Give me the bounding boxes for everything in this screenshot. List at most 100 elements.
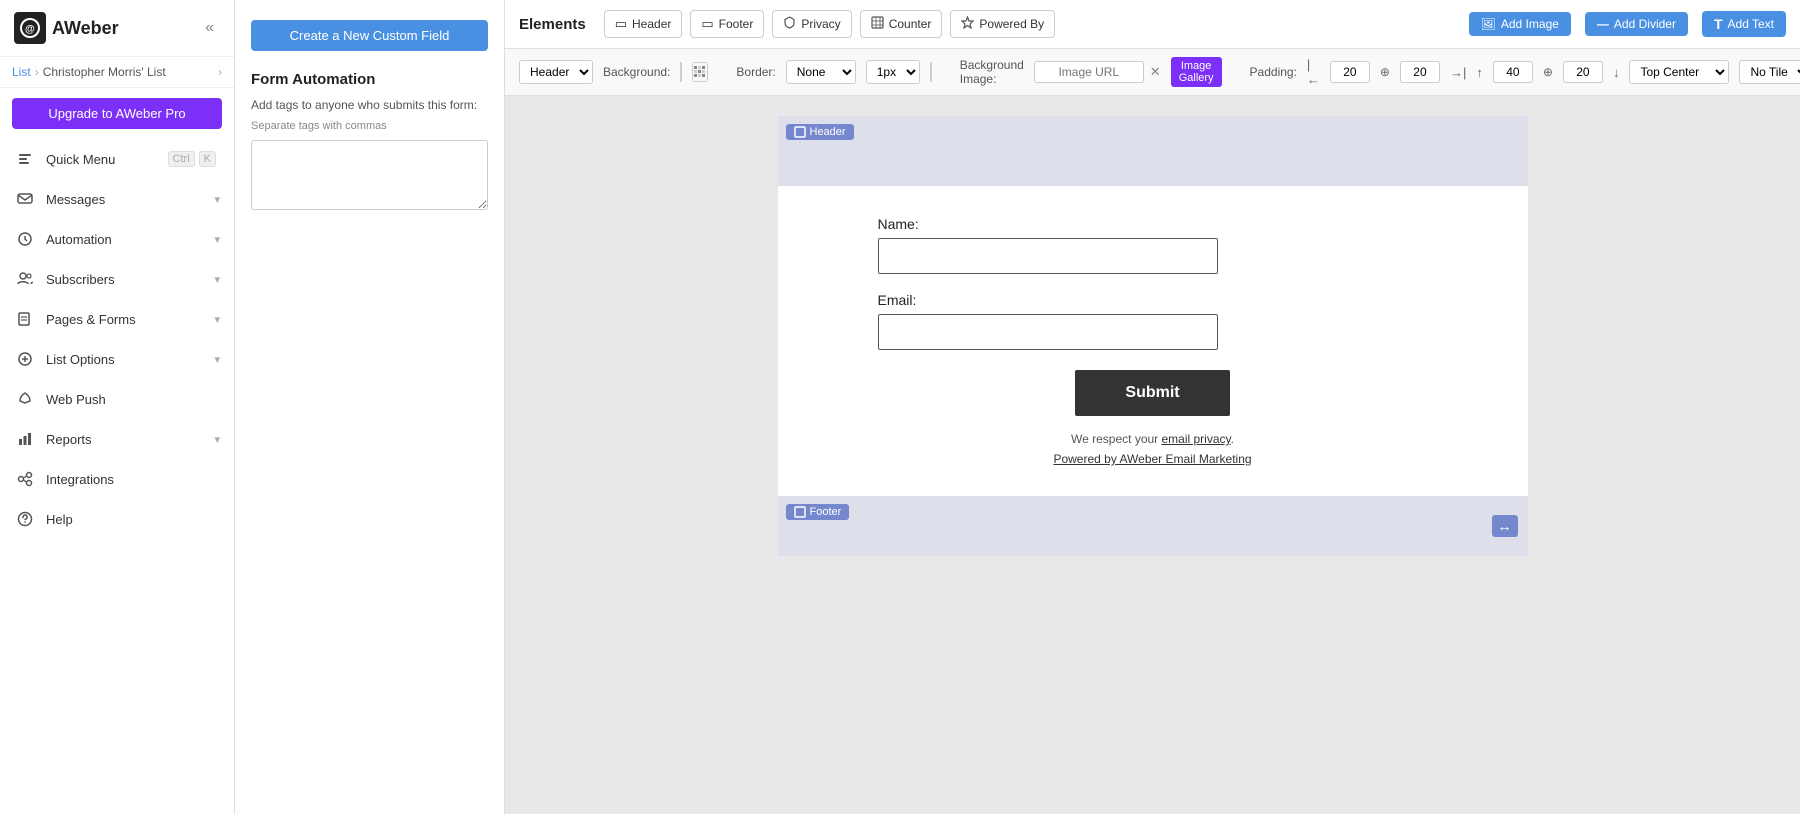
counter-elem-icon [871, 16, 884, 32]
bg-image-label: Background Image: [960, 58, 1024, 86]
add-divider-button[interactable]: — Add Divider [1585, 12, 1688, 36]
sidebar-item-integrations[interactable]: Integrations [0, 459, 234, 499]
quick-menu-icon [14, 148, 36, 170]
list-options-icon [14, 348, 36, 370]
header-label-text: Header [810, 126, 846, 138]
elem-btn-privacy[interactable]: Privacy [772, 10, 851, 38]
elem-btn-powered-by[interactable]: Powered By [950, 10, 1055, 38]
elem-btn-counter[interactable]: Counter [860, 10, 943, 38]
breadcrumb-list-name: Christopher Morris' List [43, 65, 166, 79]
pad-left-icon: |← [1307, 57, 1320, 87]
left-panel: Create a New Custom Field Form Automatio… [235, 0, 505, 814]
sidebar-item-quick-menu[interactable]: Quick Menu Ctrl K [0, 139, 234, 179]
bg-label: Background: [603, 65, 670, 79]
resize-handle[interactable]: ↔ [1492, 515, 1518, 537]
border-color-swatch[interactable] [930, 62, 932, 82]
tags-textarea[interactable] [251, 140, 488, 210]
automation-icon [14, 228, 36, 250]
tile-select[interactable]: No Tile Tile Tile X Tile Y [1739, 60, 1800, 84]
add-image-label: Add Image [1501, 17, 1559, 31]
sidebar-item-reports[interactable]: Reports ▾ [0, 419, 234, 459]
section-select[interactable]: Header Footer [519, 60, 593, 84]
name-input[interactable] [878, 238, 1218, 274]
footer-section[interactable]: Footer ↔ [778, 496, 1528, 556]
email-field-group: Email: [878, 292, 1428, 350]
bg-color-swatch[interactable] [680, 62, 682, 82]
breadcrumb-list-label[interactable]: List [12, 65, 31, 79]
pad-right-arrow-icon: →| [1450, 65, 1466, 80]
pad-bottom-input[interactable] [1563, 61, 1603, 83]
sidebar-item-label-subscribers: Subscribers [46, 272, 214, 287]
sidebar-item-subscribers[interactable]: Subscribers ▾ [0, 259, 234, 299]
sidebar-item-label-pages-forms: Pages & Forms [46, 312, 214, 327]
sidebar-item-messages[interactable]: Messages ▾ [0, 179, 234, 219]
bg-image-clear-icon[interactable]: ✕ [1150, 64, 1161, 80]
email-label: Email: [878, 292, 1428, 308]
logo-text: AWeber [52, 18, 119, 39]
elem-btn-privacy-label: Privacy [801, 17, 840, 31]
sidebar: @ AWeber « List › Christopher Morris' Li… [0, 0, 235, 814]
logo: @ AWeber [14, 12, 119, 44]
sidebar-item-pages-forms[interactable]: Pages & Forms ▾ [0, 299, 234, 339]
automation-chevron-icon: ▾ [214, 233, 220, 246]
right-panel: Elements ▭ Header ▭ Footer Privacy Count… [505, 0, 1800, 814]
help-icon [14, 508, 36, 530]
add-text-label: Add Text [1728, 17, 1774, 31]
padding-label: Padding: [1250, 65, 1297, 79]
messages-icon [14, 188, 36, 210]
subscribers-icon [14, 268, 36, 290]
sidebar-item-list-options[interactable]: List Options ▾ [0, 339, 234, 379]
nav-list: Quick Menu Ctrl K Messages ▾ Automation … [0, 139, 234, 539]
breadcrumb-sep: › [35, 65, 39, 79]
header-block-label: Header [786, 124, 854, 140]
integrations-icon [14, 468, 36, 490]
header-section[interactable]: Header [778, 116, 1528, 186]
pages-forms-icon [14, 308, 36, 330]
add-text-button[interactable]: T Add Text [1702, 11, 1786, 37]
elem-btn-footer[interactable]: ▭ Footer [690, 10, 764, 38]
main-area: Create a New Custom Field Form Automatio… [235, 0, 1800, 814]
name-label: Name: [878, 216, 1428, 232]
add-image-button[interactable]: 🖼 Add Image [1469, 12, 1571, 36]
email-input[interactable] [878, 314, 1218, 350]
sidebar-item-label-quick-menu: Quick Menu [46, 152, 168, 167]
pages-forms-chevron-icon: ▾ [214, 313, 220, 326]
sidebar-item-label-reports: Reports [46, 432, 214, 447]
messages-chevron-icon: ▾ [214, 193, 220, 206]
add-divider-icon: — [1597, 17, 1609, 31]
privacy-link[interactable]: email privacy [1162, 432, 1231, 446]
pad-top-icon: ↑ [1476, 65, 1483, 80]
sidebar-item-help[interactable]: Help [0, 499, 234, 539]
image-gallery-button[interactable]: Image Gallery [1171, 57, 1222, 87]
sidebar-item-label-help: Help [46, 512, 220, 527]
sidebar-item-label-messages: Messages [46, 192, 214, 207]
powered-link[interactable]: Powered by AWeber Email Marketing [1053, 452, 1251, 466]
upgrade-btn[interactable]: Upgrade to AWeber Pro [12, 98, 222, 129]
footer-label-text: Footer [810, 506, 842, 518]
submit-button[interactable]: Submit [1075, 370, 1229, 416]
pad-left-input[interactable] [1330, 61, 1370, 83]
elements-bar: Elements ▭ Header ▭ Footer Privacy Count… [505, 0, 1800, 49]
pad-middle-icon: ⊕ [1380, 65, 1390, 79]
powered-by-elem-icon [961, 16, 974, 32]
privacy-text: We respect your email privacy. [878, 432, 1428, 446]
sidebar-item-automation[interactable]: Automation ▾ [0, 219, 234, 259]
bg-image-input[interactable] [1034, 61, 1144, 83]
elements-title: Elements [519, 16, 586, 33]
submit-row: Submit [878, 370, 1428, 416]
collapse-btn[interactable]: « [199, 17, 220, 39]
form-preview: Header Name: Email: Submit [778, 116, 1528, 556]
create-custom-field-button[interactable]: Create a New Custom Field [251, 20, 488, 51]
elem-btn-header[interactable]: ▭ Header [604, 10, 683, 38]
sidebar-item-web-push[interactable]: Web Push [0, 379, 234, 419]
pad-right-input[interactable] [1400, 61, 1440, 83]
privacy-elem-icon [783, 16, 796, 32]
name-field-group: Name: [878, 216, 1428, 274]
pad-top-input[interactable] [1493, 61, 1533, 83]
border-style-select[interactable]: None Solid Dashed [786, 60, 856, 84]
align-select[interactable]: Top Center Top Left Top Right Center Cen… [1629, 60, 1729, 84]
form-automation-title: Form Automation [251, 71, 488, 88]
border-size-select[interactable]: 1px 2px 3px [866, 60, 920, 84]
tags-hint: Separate tags with commas [251, 120, 488, 132]
bg-pattern-btn[interactable] [692, 62, 708, 82]
